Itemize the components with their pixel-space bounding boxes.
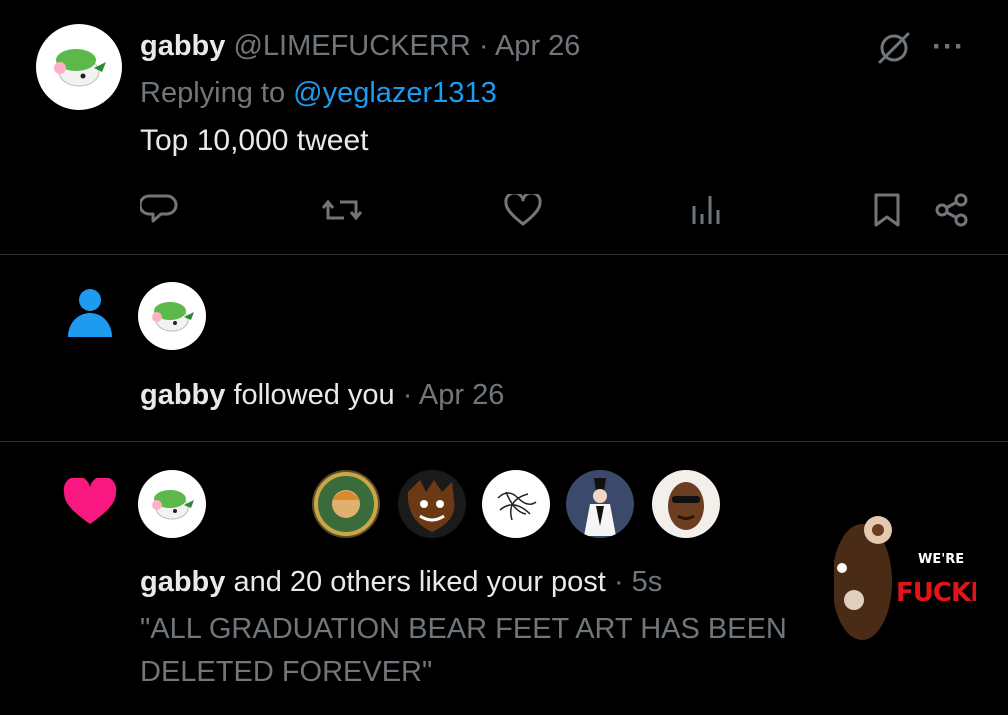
person-icon xyxy=(66,287,114,339)
bookmark-icon[interactable] xyxy=(872,192,902,228)
like-time: 5s xyxy=(631,566,663,598)
avatar[interactable] xyxy=(224,470,292,538)
views-icon[interactable] xyxy=(690,194,724,226)
avatar[interactable] xyxy=(652,470,720,538)
separator: · xyxy=(613,566,624,598)
like-notification[interactable]: gabby and 20 others liked your post · 5s… xyxy=(0,442,1008,715)
retweet-icon[interactable] xyxy=(322,194,362,226)
follow-date: Apr 26 xyxy=(418,379,505,411)
tweet-text: Top 10,000 tweet xyxy=(140,124,369,157)
follower-name[interactable]: gabby xyxy=(140,379,225,411)
share-icon[interactable] xyxy=(934,192,970,228)
avatar[interactable] xyxy=(312,470,380,538)
separator: · xyxy=(402,379,413,411)
avatar[interactable] xyxy=(36,24,122,110)
reply-icon[interactable] xyxy=(140,192,178,226)
user-handle[interactable]: @LIMEFUCKERR xyxy=(233,30,470,62)
grok-icon[interactable] xyxy=(874,28,914,68)
avatar[interactable] xyxy=(138,282,206,350)
reply-tweet[interactable]: gabby @LIMEFUCKERR · Apr 26 Replying to … xyxy=(0,0,1008,254)
more-options-button[interactable]: ··· xyxy=(932,30,965,64)
thumbnail-caption-top: WE'RE xyxy=(918,552,965,567)
post-thumbnail[interactable]: WE'RE FUCKE xyxy=(834,512,976,650)
follow-text: followed you xyxy=(233,379,395,411)
liked-post-text[interactable]: "ALL GRADUATION BEAR FEET ART HAS BEEN D… xyxy=(140,608,820,694)
thumbnail-caption-bottom: FUCKE xyxy=(896,578,976,608)
avatar[interactable] xyxy=(138,470,206,538)
avatar[interactable] xyxy=(482,470,550,538)
replying-to-label: Replying to xyxy=(140,77,286,109)
separator: · xyxy=(478,30,489,62)
avatar[interactable] xyxy=(398,470,466,538)
replying-to-handle[interactable]: @yeglazer1313 xyxy=(293,77,497,109)
like-text: and 20 others liked your post xyxy=(233,566,606,598)
follow-notification[interactable]: gabby followed you · Apr 26 xyxy=(0,255,1008,441)
avatar[interactable] xyxy=(566,470,634,538)
tweet-date[interactable]: Apr 26 xyxy=(495,30,580,62)
liker-name[interactable]: gabby xyxy=(140,566,225,598)
like-icon[interactable] xyxy=(504,194,542,226)
display-name[interactable]: gabby xyxy=(140,30,225,62)
heart-icon xyxy=(62,478,118,526)
